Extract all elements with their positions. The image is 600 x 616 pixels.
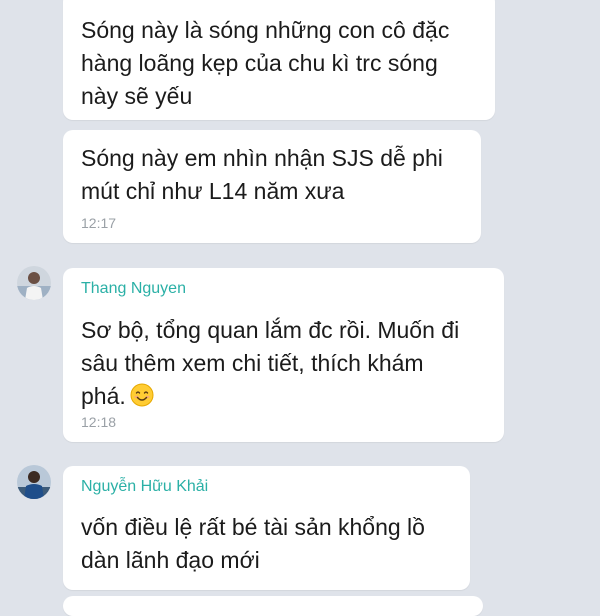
chat-thread[interactable]: Sóng này là sóng những con cô đặc hàng l… [0, 0, 600, 616]
message-text: Sơ bộ, tổng quan lắm đc rồi. Muốn đi sâu… [81, 314, 459, 413]
message-bubble[interactable]: Sóng này là sóng những con cô đặc hàng l… [63, 0, 495, 120]
avatar-photo [17, 266, 51, 300]
sender-name[interactable]: Nguyễn Hữu Khải [81, 478, 208, 496]
message-bubble[interactable]: Sóng này em nhìn nhận SJS dễ phi mút chỉ… [63, 130, 481, 243]
sender-name[interactable]: Thang Nguyen [81, 280, 186, 298]
message-bubble[interactable]: Nguyễn Hữu Khải vốn điều lệ rất bé tài s… [63, 466, 470, 590]
smiling-face-emoji-icon [130, 383, 154, 407]
message-bubble[interactable] [63, 596, 483, 616]
message-bubble[interactable]: Thang Nguyen Sơ bộ, tổng quan lắm đc rồi… [63, 268, 504, 442]
message-text: Sóng này em nhìn nhận SJS dễ phi mút chỉ… [81, 145, 443, 204]
avatar-nguyen-huu-khai[interactable] [17, 465, 51, 499]
message-text: vốn điều lệ rất bé tài sản khổng lồ dàn … [81, 514, 425, 573]
avatar-thang-nguyen[interactable] [17, 266, 51, 300]
message-text: Sóng này là sóng những con cô đặc hàng l… [81, 17, 450, 109]
message-timestamp: 12:18 [81, 414, 117, 430]
avatar-photo [17, 465, 51, 499]
message-timestamp: 12:17 [81, 215, 117, 231]
